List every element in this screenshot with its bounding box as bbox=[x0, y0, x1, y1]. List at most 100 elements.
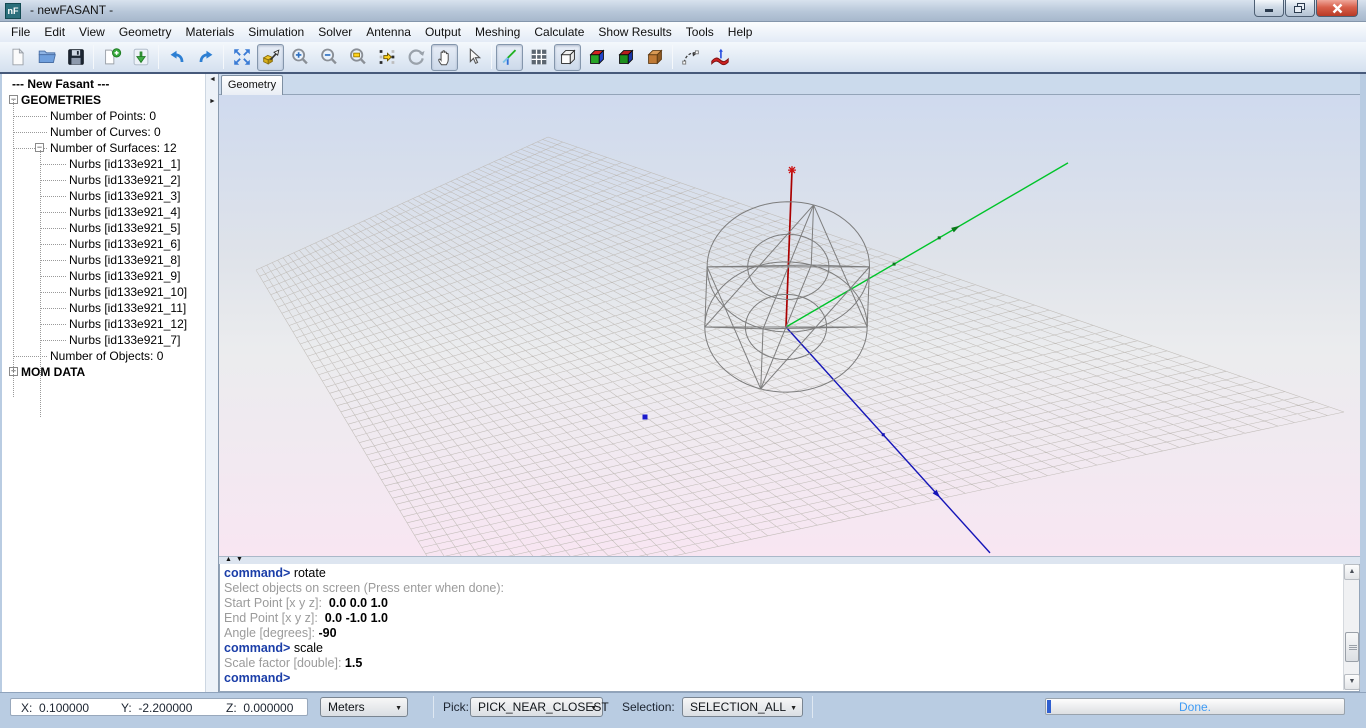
export-file-button[interactable] bbox=[127, 44, 154, 71]
scroll-up-button[interactable]: ▲ bbox=[1344, 564, 1360, 580]
expand-right-icon[interactable]: ► bbox=[209, 98, 216, 105]
tree-item-nurbs-id133e921-8[interactable]: Nurbs [id133e921_8] bbox=[2, 252, 205, 268]
tree-item-nurbs-id133e921-10[interactable]: Nurbs [id133e921_10] bbox=[2, 284, 205, 300]
tree-item-nurbs-id133e921-7[interactable]: Nurbs [id133e921_7] bbox=[2, 332, 205, 348]
menu-item-calculate[interactable]: Calculate bbox=[527, 23, 591, 41]
pick-mode-dropdown[interactable]: PICK_NEAR_CLOSEST▼ bbox=[470, 697, 603, 717]
menu-item-show-results[interactable]: Show Results bbox=[591, 23, 678, 41]
tree-item-label: MOM DATA bbox=[21, 365, 85, 379]
view-axes-button[interactable] bbox=[496, 44, 523, 71]
menu-item-geometry[interactable]: Geometry bbox=[112, 23, 179, 41]
tree-item-nurbs-id133e921-1[interactable]: Nurbs [id133e921_1] bbox=[2, 156, 205, 172]
tree-item-nurbs-id133e921-12[interactable]: Nurbs [id133e921_12] bbox=[2, 316, 205, 332]
menu-item-help[interactable]: Help bbox=[721, 23, 760, 41]
import-file-button[interactable] bbox=[98, 44, 125, 71]
rotate-tool-button[interactable] bbox=[677, 44, 704, 71]
chevron-down-icon: ▼ bbox=[590, 705, 597, 712]
menu-item-simulation[interactable]: Simulation bbox=[241, 23, 311, 41]
zoom-in-button[interactable] bbox=[286, 44, 313, 71]
axis-y bbox=[786, 163, 1068, 327]
splitter-up-icon[interactable]: ▲ bbox=[225, 556, 232, 563]
normal-tool-button[interactable] bbox=[706, 44, 733, 71]
menu-item-file[interactable]: File bbox=[4, 23, 37, 41]
tree-item-mom-data[interactable]: +MOM DATA bbox=[2, 364, 205, 380]
tree-item-number-of-objects-0[interactable]: Number of Objects: 0 bbox=[2, 348, 205, 364]
swap-layers-button[interactable] bbox=[373, 44, 400, 71]
view-grid-button[interactable] bbox=[525, 44, 552, 71]
tree-item-new-fasant[interactable]: --- New Fasant --- bbox=[2, 76, 205, 92]
menu-item-view[interactable]: View bbox=[72, 23, 112, 41]
tree-guide bbox=[14, 132, 47, 133]
tree-guide bbox=[41, 212, 66, 213]
tree-item-number-of-curves-0[interactable]: Number of Curves: 0 bbox=[2, 124, 205, 140]
menu-bar: FileEditViewGeometryMaterialsSimulationS… bbox=[0, 22, 1366, 42]
splitter-down-icon[interactable]: ▼ bbox=[236, 556, 243, 563]
zoom-window-button[interactable] bbox=[344, 44, 371, 71]
fit-view-button[interactable] bbox=[228, 44, 255, 71]
viewport-3d[interactable] bbox=[219, 95, 1360, 556]
command-console[interactable]: command> rotateSelect objects on screen … bbox=[219, 564, 1360, 692]
undo-button[interactable] bbox=[163, 44, 190, 71]
tree-item-nurbs-id133e921-3[interactable]: Nurbs [id133e921_3] bbox=[2, 188, 205, 204]
zoom-in-icon bbox=[289, 46, 311, 68]
axis-z-star bbox=[788, 166, 796, 174]
open-file-button[interactable] bbox=[33, 44, 60, 71]
menu-item-edit[interactable]: Edit bbox=[37, 23, 72, 41]
tree-item-number-of-points-0[interactable]: Number of Points: 0 bbox=[2, 108, 205, 124]
tree-item-nurbs-id133e921-2[interactable]: Nurbs [id133e921_2] bbox=[2, 172, 205, 188]
tree-item-nurbs-id133e921-5[interactable]: Nurbs [id133e921_5] bbox=[2, 220, 205, 236]
zoom-out-button[interactable] bbox=[315, 44, 342, 71]
redo-button[interactable] bbox=[192, 44, 219, 71]
viewport-canvas[interactable] bbox=[219, 95, 1360, 556]
console-scrollbar[interactable]: ▲ ▼ bbox=[1343, 564, 1359, 690]
menu-item-tools[interactable]: Tools bbox=[679, 23, 721, 41]
save-file-button[interactable] bbox=[62, 44, 89, 71]
tree-item-label: Nurbs [id133e921_4] bbox=[69, 205, 180, 219]
rotate-view-icon bbox=[405, 46, 427, 68]
minimize-icon bbox=[1263, 4, 1275, 13]
title-bar[interactable]: nF - newFASANT - bbox=[0, 0, 1366, 22]
tree-guide bbox=[14, 356, 47, 357]
menu-item-meshing[interactable]: Meshing bbox=[468, 23, 527, 41]
scrollbar-thumb[interactable] bbox=[1345, 632, 1359, 662]
view-flat-button[interactable] bbox=[583, 44, 610, 71]
new-file-icon bbox=[7, 46, 29, 68]
chevron-down-icon: ▼ bbox=[395, 705, 402, 712]
tree-item-nurbs-id133e921-9[interactable]: Nurbs [id133e921_9] bbox=[2, 268, 205, 284]
menu-item-materials[interactable]: Materials bbox=[179, 23, 242, 41]
tree-guide bbox=[41, 340, 66, 341]
selection-mode-dropdown[interactable]: SELECTION_ALL▼ bbox=[682, 697, 803, 717]
menu-item-output[interactable]: Output bbox=[418, 23, 468, 41]
selection-label: Selection: bbox=[622, 700, 675, 714]
view-textured-button[interactable] bbox=[641, 44, 668, 71]
view-wireframe-button[interactable] bbox=[554, 44, 581, 71]
content-area: Geometry ▲ ▼ command> rotateSelect objec… bbox=[219, 74, 1360, 692]
units-dropdown[interactable]: Meters▼ bbox=[320, 697, 408, 717]
console-splitter[interactable]: ▲ ▼ bbox=[219, 556, 1360, 564]
new-file-button[interactable] bbox=[4, 44, 31, 71]
tree-item-label: Number of Surfaces: 12 bbox=[50, 141, 177, 155]
pan-view-button[interactable] bbox=[431, 44, 458, 71]
tree-item-nurbs-id133e921-11[interactable]: Nurbs [id133e921_11] bbox=[2, 300, 205, 316]
menu-item-antenna[interactable]: Antenna bbox=[359, 23, 418, 41]
tree-item-nurbs-id133e921-6[interactable]: Nurbs [id133e921_6] bbox=[2, 236, 205, 252]
tree-item-nurbs-id133e921-4[interactable]: Nurbs [id133e921_4] bbox=[2, 204, 205, 220]
scroll-down-button[interactable]: ▼ bbox=[1344, 674, 1360, 690]
view-grid-icon bbox=[528, 46, 550, 68]
zoom-object-button[interactable] bbox=[257, 44, 284, 71]
select-cursor-button[interactable] bbox=[460, 44, 487, 71]
tree-item-geometries[interactable]: −GEOMETRIES bbox=[2, 92, 205, 108]
tree-item-number-of-surfaces-12[interactable]: −Number of Surfaces: 12 bbox=[2, 140, 205, 156]
restore-button[interactable] bbox=[1285, 0, 1315, 17]
sidebar-splitter[interactable]: ◄ ► bbox=[205, 74, 219, 692]
collapse-left-icon[interactable]: ◄ bbox=[209, 76, 216, 83]
tab-geometry[interactable]: Geometry bbox=[221, 75, 283, 95]
menu-item-solver[interactable]: Solver bbox=[311, 23, 359, 41]
view-smooth-button[interactable] bbox=[612, 44, 639, 71]
console-line: Scale factor [double]: 1.5 bbox=[224, 656, 1341, 671]
close-button[interactable] bbox=[1316, 0, 1358, 17]
minimize-button[interactable] bbox=[1254, 0, 1284, 17]
tab-bar: Geometry bbox=[219, 74, 1360, 95]
coordinate-readout: X: 0.100000 Y: -2.200000 Z: 0.000000 bbox=[10, 698, 308, 716]
rotate-view-button[interactable] bbox=[402, 44, 429, 71]
